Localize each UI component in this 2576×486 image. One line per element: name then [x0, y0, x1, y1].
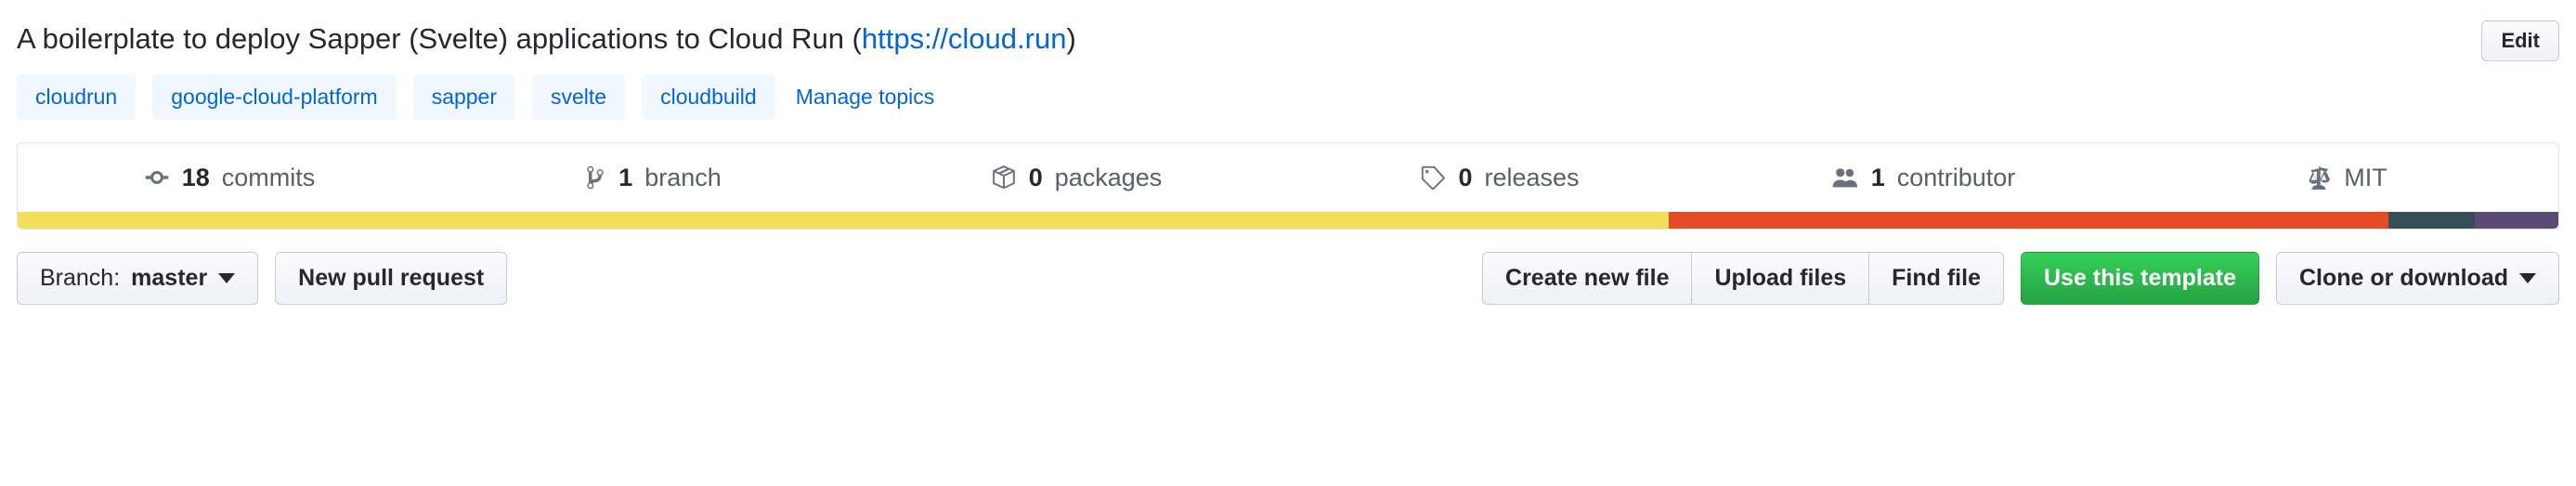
left-action-group: Branch: master New pull request — [17, 252, 508, 305]
repository-header: A boilerplate to deploy Sapper (Svelte) … — [0, 0, 2576, 486]
topic-tag-svelte[interactable]: svelte — [532, 74, 626, 121]
topic-tag-google-cloud-platform[interactable]: google-cloud-platform — [152, 74, 397, 121]
repository-action-row: Branch: master New pull request Create n… — [17, 252, 2559, 305]
repo-description: A boilerplate to deploy Sapper (Svelte) … — [17, 19, 1076, 59]
language-bar — [18, 212, 2558, 230]
topic-tag-sapper[interactable]: sapper — [412, 74, 516, 121]
license-label: MIT — [2344, 163, 2387, 191]
contributors-stat-link[interactable]: 1 contributor — [1831, 163, 2016, 192]
law-icon — [2306, 164, 2332, 190]
releases-count: 0 — [1458, 163, 1473, 191]
file-actions-button-group: Create new file Upload files Find file — [1482, 252, 2004, 305]
chevron-down-icon — [218, 273, 236, 284]
language-segment-javascript[interactable] — [18, 212, 1670, 230]
branch-prefix-label: Branch: — [40, 265, 121, 292]
stat-item-license: MIT — [2135, 164, 2558, 192]
commits-label: commits — [221, 163, 316, 191]
commits-count: 18 — [181, 163, 210, 191]
description-text-after: ) — [1066, 22, 1076, 55]
create-new-file-button[interactable]: Create new file — [1482, 252, 1693, 305]
manage-topics-link[interactable]: Manage topics — [796, 85, 935, 110]
people-icon — [1831, 164, 1859, 190]
stat-item-releases: 0 releases — [1288, 164, 1711, 192]
language-segment-html[interactable] — [1669, 212, 2388, 230]
branch-name-label: master — [131, 265, 208, 292]
topics-row: cloudrun google-cloud-platform sapper sv… — [17, 74, 2559, 121]
use-this-template-button[interactable]: Use this template — [2020, 252, 2259, 305]
commits-stat-link[interactable]: 18 commits — [144, 163, 316, 192]
packages-stat-link[interactable]: 0 packages — [991, 163, 1163, 192]
contributors-label: contributor — [1896, 163, 2016, 191]
description-text-before: A boilerplate to deploy Sapper (Svelte) … — [17, 22, 862, 55]
stat-item-packages: 0 packages — [865, 164, 1288, 192]
contributors-count: 1 — [1870, 163, 1885, 191]
branches-stat-link[interactable]: 1 branch — [584, 164, 722, 192]
topic-tag-cloudrun[interactable]: cloudrun — [17, 74, 137, 121]
releases-label: releases — [1484, 163, 1580, 191]
packages-label: packages — [1054, 163, 1163, 191]
stat-item-contributors: 1 contributor — [1711, 164, 2135, 192]
language-segment-shell[interactable] — [2474, 212, 2558, 230]
repository-overview-box: 18 commits 1 branch 0 packages 0 release… — [17, 142, 2559, 230]
new-pull-request-button[interactable]: New pull request — [275, 252, 508, 305]
description-row: A boilerplate to deploy Sapper (Svelte) … — [17, 0, 2559, 62]
upload-files-button[interactable]: Upload files — [1691, 252, 1870, 305]
language-segment-dockerfile[interactable] — [2387, 212, 2475, 230]
stat-item-branches: 1 branch — [441, 164, 865, 192]
package-icon — [991, 164, 1017, 190]
chevron-down-icon — [2519, 273, 2536, 284]
numbers-summary: 18 commits 1 branch 0 packages 0 release… — [18, 143, 2558, 212]
clone-or-download-label: Clone or download — [2299, 265, 2508, 292]
right-action-group: Create new file Upload files Find file U… — [1482, 252, 2559, 305]
homepage-link[interactable]: https://cloud.run — [862, 22, 1067, 55]
tag-icon — [1420, 164, 1446, 190]
releases-stat-link[interactable]: 0 releases — [1420, 163, 1580, 192]
branch-selector-button[interactable]: Branch: master — [17, 252, 259, 305]
commit-icon — [144, 164, 170, 190]
branch-icon — [584, 164, 606, 190]
packages-count: 0 — [1028, 163, 1043, 191]
topic-tag-cloudbuild[interactable]: cloudbuild — [642, 74, 775, 121]
branches-label: branch — [644, 163, 722, 191]
clone-or-download-button[interactable]: Clone or download — [2276, 252, 2559, 305]
license-stat-link[interactable]: MIT — [2306, 164, 2387, 192]
edit-button[interactable]: Edit — [2481, 20, 2559, 62]
find-file-button[interactable]: Find file — [1868, 252, 2004, 305]
stat-item-commits: 18 commits — [18, 164, 441, 192]
branches-count: 1 — [618, 163, 633, 191]
